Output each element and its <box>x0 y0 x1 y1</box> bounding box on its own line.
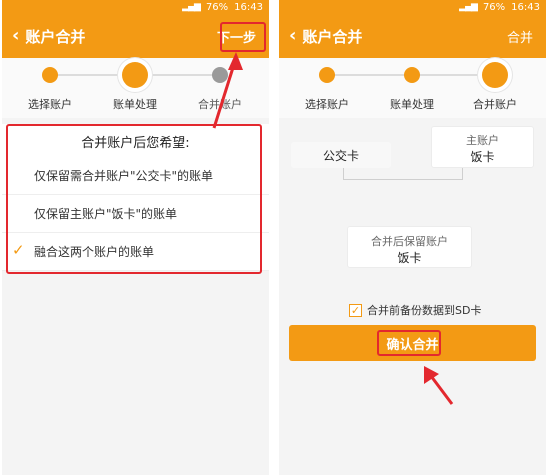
step-dot-3 <box>212 67 228 83</box>
step-dot-1 <box>42 67 58 83</box>
step-label-2: 账单处理 <box>390 98 434 111</box>
screen-divider <box>270 0 278 475</box>
main-account-name: 饭卡 <box>470 150 495 164</box>
step-indicator: 选择账户 账单处理 合并账户 <box>2 58 269 118</box>
merge-connector <box>343 168 463 180</box>
step-dot-2-current <box>122 62 148 88</box>
backup-checkbox[interactable]: ✓ <box>349 303 362 317</box>
battery-text: 76% <box>482 1 506 13</box>
main-account-card: 主账户 饭卡 <box>431 126 534 168</box>
options-highlight <box>6 124 262 274</box>
step-label-2: 账单处理 <box>113 98 157 111</box>
status-bar: ▂▄▆ 76% 16:43 <box>279 0 546 14</box>
step-label-1: 选择账户 <box>28 98 72 111</box>
signal-icon: ▂▄▆ <box>182 2 201 12</box>
step-indicator: 选择账户 账单处理 合并账户 <box>279 58 546 118</box>
step-dot-2 <box>404 67 420 83</box>
page-title: 账户合并 <box>302 27 363 46</box>
back-chevron-icon[interactable]: ‹ <box>12 27 19 45</box>
merged-account-card: 合并后保留账户 饭卡 <box>347 226 472 268</box>
signal-icon: ▂▄▆ <box>459 2 478 12</box>
back-chevron-icon[interactable]: ‹ <box>289 27 296 45</box>
step-label-1: 选择账户 <box>305 98 349 111</box>
page-title: 账户合并 <box>25 27 86 46</box>
time-text: 16:43 <box>234 1 263 13</box>
backup-label: 合并前备份数据到SD卡 <box>367 304 482 317</box>
time-text: 16:43 <box>511 1 540 13</box>
battery-text: 76% <box>205 1 229 13</box>
source-account-name: 公交卡 <box>322 149 359 163</box>
backup-option[interactable]: ✓ 合并前备份数据到SD卡 <box>349 302 481 318</box>
step-label-3: 合并账户 <box>198 98 242 111</box>
merged-account-name: 饭卡 <box>397 251 422 265</box>
merged-caption: 合并后保留账户 <box>371 235 448 248</box>
right-screen: ▂▄▆ 76% 16:43 ‹ 账户合并 合并 选择账户 账单处理 合并账户 公… <box>279 0 546 475</box>
source-account-card: 公交卡 <box>291 142 391 168</box>
main-account-caption: 主账户 <box>466 134 499 147</box>
step-dot-1 <box>319 67 335 83</box>
next-step-highlight <box>220 22 266 52</box>
merge-header-button[interactable]: 合并 <box>502 23 538 50</box>
status-bar: ▂▄▆ 76% 16:43 <box>2 0 269 14</box>
app-header: ‹ 账户合并 合并 <box>279 14 546 58</box>
confirm-highlight <box>377 330 441 356</box>
step-label-3: 合并账户 <box>473 98 517 111</box>
step-dot-3-current <box>482 62 508 88</box>
